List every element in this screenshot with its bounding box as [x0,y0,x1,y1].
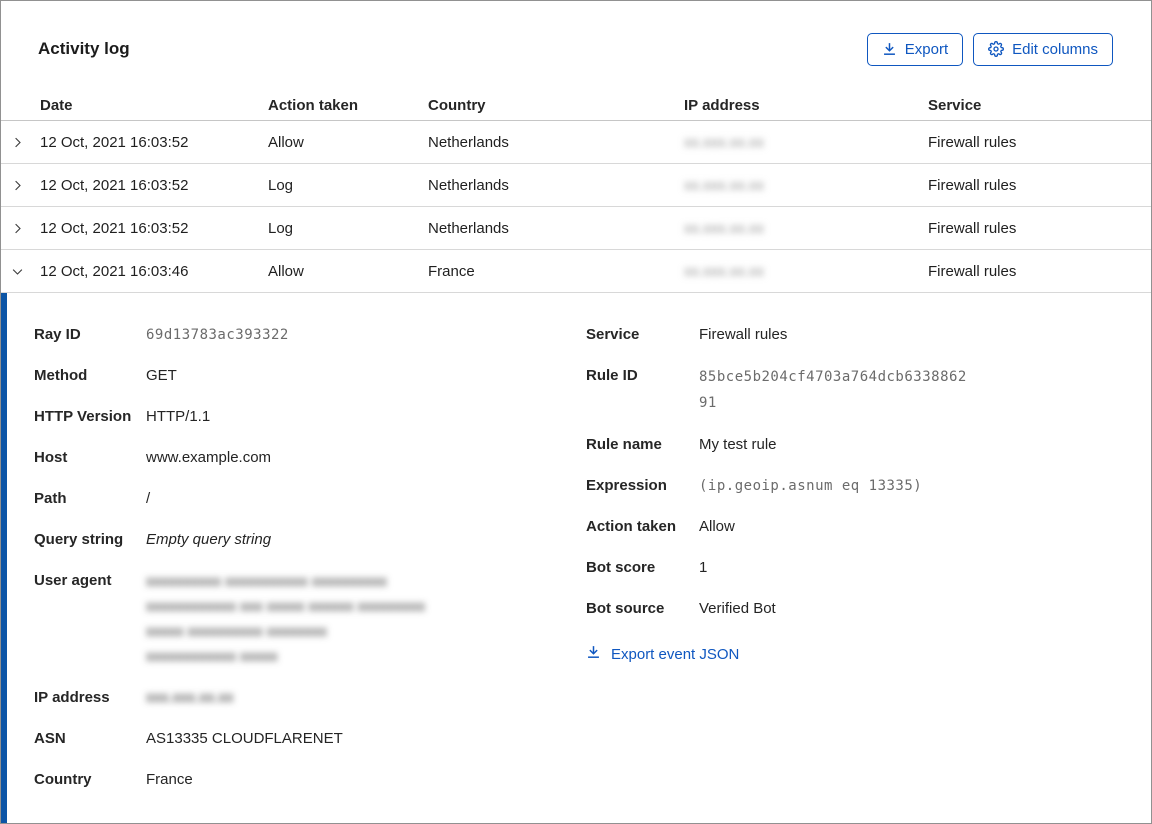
column-header-action: Action taken [268,97,359,114]
detail-field-bot-score: Bot score 1 [586,559,708,576]
toolbar: Export Edit columns [866,32,1113,66]
detail-field-bot-source: Bot source Verified Bot [586,600,776,617]
detail-right-column: Service Firewall rules Rule ID 85bce5b20… [586,323,1151,809]
cell-date: 12 Oct, 2021 16:03:52 [40,219,189,237]
table-row-expanded[interactable]: 12 Oct, 2021 16:03:46 Allow France xx.xx… [1,250,1151,293]
export-event-json-link[interactable]: Export event JSON [586,645,1151,664]
detail-field-http-version: HTTP Version HTTP/1.1 [34,408,211,425]
table-row[interactable]: 12 Oct, 2021 16:03:52 Log Netherlands xx… [1,207,1151,250]
download-icon [882,42,897,57]
export-button[interactable]: Export [866,32,964,66]
chevron-down-icon[interactable] [1,264,40,279]
cell-ip-redacted: xx.xxx.xx.xx [684,176,765,194]
edit-columns-button-label: Edit columns [1012,40,1098,58]
column-header-service: Service [928,97,982,114]
cell-action: Allow [268,133,304,151]
cell-date: 12 Oct, 2021 16:03:52 [40,133,189,151]
cell-country: Netherlands [428,176,509,194]
cell-date: 12 Oct, 2021 16:03:52 [40,176,189,194]
detail-field-action-taken: Action taken Allow [586,518,735,535]
cell-country: Netherlands [428,133,509,151]
cell-ip-redacted: xx.xxx.xx.xx [684,133,765,151]
detail-field-rule-name: Rule name My test rule [586,436,777,453]
download-icon [586,645,601,664]
cell-service: Firewall rules [928,133,1017,151]
detail-field-query-string: Query string Empty query string [34,531,272,548]
column-header-date: Date [40,97,73,114]
detail-field-path: Path / [34,490,151,507]
table-header: Date Action taken Country IP address Ser… [1,91,1151,121]
cell-service: Firewall rules [928,219,1017,237]
detail-field-rule-id: Rule ID 85bce5b204cf4703a764dcb633886291 [586,367,967,411]
export-event-json-label: Export event JSON [611,646,740,663]
page-header: Activity log Export Edit columns [1,1,1151,69]
detail-field-service: Service Firewall rules [586,326,788,343]
page-title: Activity log [38,39,130,58]
chevron-right-icon[interactable] [1,135,40,150]
detail-field-user-agent: User agent xxxxxxxxxx xxxxxxxxxxx xxxxxx… [34,572,426,665]
detail-field-ray-id: Ray ID 69d13783ac393322 [34,326,289,343]
gear-icon [988,41,1005,57]
detail-field-method: Method GET [34,367,177,384]
cell-service: Firewall rules [928,262,1017,280]
detail-field-asn: ASN AS13335 CLOUDFLARENET [34,730,343,747]
activity-log-page: Activity log Export Edit columns Date Ac… [0,0,1152,824]
table-row[interactable]: 12 Oct, 2021 16:03:52 Log Netherlands xx… [1,164,1151,207]
event-detail-panel: Ray ID 69d13783ac393322 Method GET HTTP … [1,293,1151,823]
cell-service: Firewall rules [928,176,1017,194]
chevron-right-icon[interactable] [1,178,40,193]
cell-country: France [428,262,475,280]
detail-field-expression: Expression (ip.geoip.asnum eq 13335) [586,477,923,494]
cell-action: Log [268,176,294,194]
detail-field-country: Country France [34,771,193,788]
column-header-country: Country [428,97,486,114]
detail-left-column: Ray ID 69d13783ac393322 Method GET HTTP … [34,323,586,809]
edit-columns-button[interactable]: Edit columns [973,32,1113,66]
cell-action: Log [268,219,294,237]
cell-ip-redacted: xx.xxx.xx.xx [684,219,765,237]
cell-country: Netherlands [428,219,509,237]
detail-field-ip-address: IP address xxx.xxx.xx.xx [34,689,234,706]
chevron-right-icon[interactable] [1,221,40,236]
cell-action: Allow [268,262,304,280]
table-row[interactable]: 12 Oct, 2021 16:03:52 Allow Netherlands … [1,121,1151,164]
detail-field-host: Host www.example.com [34,449,272,466]
cell-ip-redacted: xx.xxx.xx.xx [684,262,765,280]
cell-date: 12 Oct, 2021 16:03:46 [40,262,189,280]
export-button-label: Export [904,40,949,58]
column-header-ip: IP address [684,97,760,114]
